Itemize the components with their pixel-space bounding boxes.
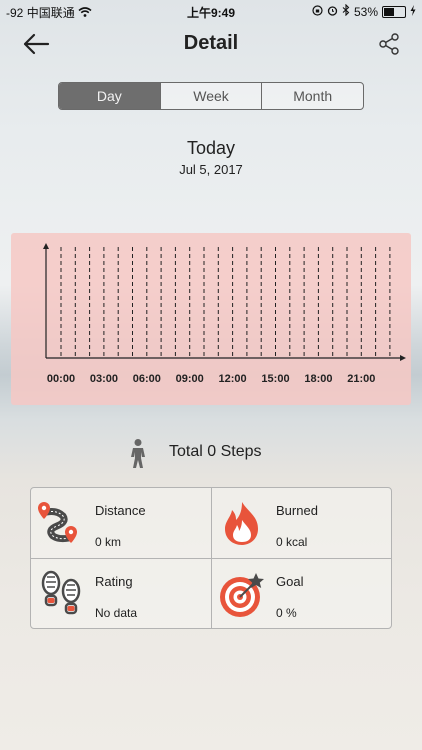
footprints-icon [37, 569, 85, 619]
x-tick-label: 18:00 [304, 373, 332, 385]
flame-icon [218, 498, 266, 548]
steps-chart: 00:00 03:00 06:00 09:00 12:00 15:00 18:00 21:00 [11, 233, 411, 405]
battery-percent: 53% [353, 4, 378, 19]
x-tick-label: 12:00 [219, 373, 247, 385]
system-indicators: 53% [312, 3, 416, 19]
burned-value: 0 kcal [276, 535, 308, 549]
status-bar: -92 中国联通 上午9:49 53% [0, 0, 422, 22]
goal-value: 0 % [276, 606, 297, 620]
steps-chart-svg: 00:00 03:00 06:00 09:00 12:00 15:00 18:00 21:00 [43, 243, 406, 385]
stat-burned: Burned 0 kcal [212, 488, 392, 558]
rotation-lock-icon [312, 4, 323, 19]
x-tick-label: 21:00 [347, 373, 375, 385]
y-axis-arrow [43, 243, 49, 249]
x-tick-label: 00:00 [47, 373, 75, 385]
stat-rating: Rating No data [31, 559, 211, 629]
nav-bar: Detail [0, 22, 422, 66]
stat-distance: Distance 0 km [31, 488, 211, 558]
x-tick-label: 06:00 [133, 373, 161, 385]
battery-icon [382, 5, 406, 18]
charging-icon [410, 4, 416, 19]
distance-value: 0 km [95, 535, 122, 549]
x-tick-label: 03:00 [90, 373, 118, 385]
tab-month[interactable]: Month [262, 83, 363, 109]
steps-summary: Total 0 Steps [0, 438, 422, 468]
x-tick-label: 09:00 [176, 373, 204, 385]
date-heading: Today [186, 138, 236, 158]
tab-day[interactable]: Day [59, 83, 161, 109]
rating-value: No data [95, 606, 138, 620]
share-icon [379, 33, 399, 55]
total-steps-label: Total 0 Steps [169, 443, 262, 460]
route-icon [37, 498, 85, 548]
x-tick-label: 15:00 [261, 373, 289, 385]
alarm-icon [327, 5, 338, 19]
distance-title: Distance [95, 503, 146, 518]
page-title: Detail [183, 32, 239, 54]
stat-goal: Goal 0 % [212, 559, 392, 629]
rating-title: Rating [95, 574, 133, 589]
tab-week[interactable]: Week [161, 83, 263, 109]
walking-person-icon [122, 438, 154, 475]
target-icon [218, 569, 266, 619]
x-axis-arrow [400, 355, 406, 361]
burned-title: Burned [276, 503, 318, 518]
period-segmented-control: Day Week Month [58, 82, 364, 110]
goal-title: Goal [276, 574, 304, 589]
date-subtitle: Jul 5, 2017 [179, 162, 243, 177]
bluetooth-icon [342, 3, 350, 19]
stats-grid: Distance 0 km Burned 0 kcal Rating No da… [30, 487, 392, 629]
share-button[interactable] [378, 32, 400, 56]
